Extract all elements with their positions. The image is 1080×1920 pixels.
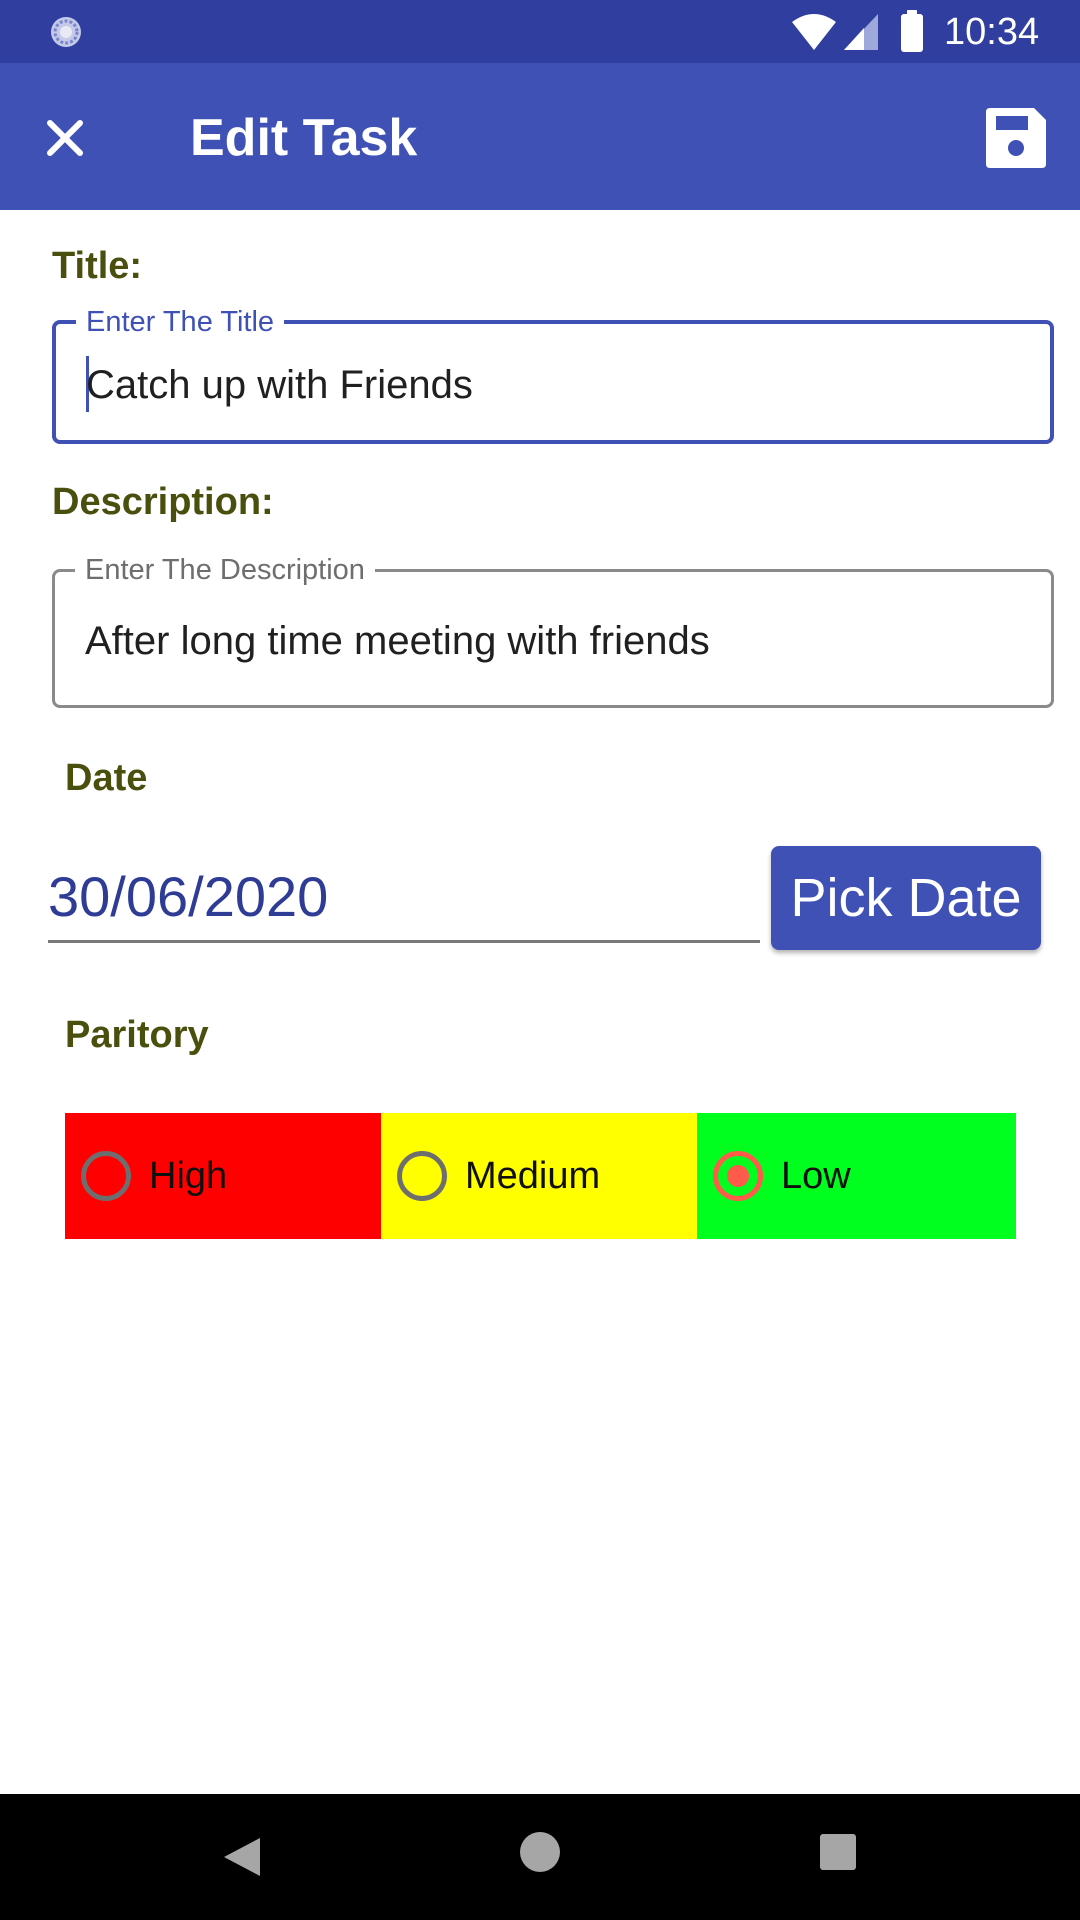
system-navigation-bar xyxy=(0,1794,1080,1920)
save-icon[interactable] xyxy=(982,104,1050,172)
app-bar: Edit Task xyxy=(0,63,1080,210)
back-icon[interactable] xyxy=(220,1834,264,1880)
title-label: Title: xyxy=(52,245,143,287)
radio-button-medium[interactable] xyxy=(397,1151,447,1201)
title-field[interactable]: Enter The Title Catch up with Friends xyxy=(52,304,1054,444)
priority-low-label: Low xyxy=(781,1155,851,1197)
signal-icon xyxy=(844,14,878,50)
edit-task-screen: 10:34 Edit Task Title: Enter The Title C… xyxy=(0,0,1080,1920)
sync-icon xyxy=(51,17,81,47)
priority-label: Paritory xyxy=(65,1014,209,1056)
date-field[interactable]: 30/06/2020 xyxy=(48,862,328,932)
status-bar: 10:34 xyxy=(0,0,1080,63)
description-input[interactable]: After long time meeting with friends xyxy=(85,616,710,666)
priority-medium-label: Medium xyxy=(465,1155,601,1197)
page-title: Edit Task xyxy=(190,109,418,167)
description-label: Description: xyxy=(52,481,274,523)
date-label: Date xyxy=(65,757,148,799)
pick-date-button[interactable]: Pick Date xyxy=(771,846,1041,950)
battery-icon xyxy=(901,10,923,52)
title-field-hint: Enter The Title xyxy=(76,304,285,340)
radio-button-low[interactable] xyxy=(713,1151,763,1201)
home-icon[interactable] xyxy=(520,1832,560,1872)
radio-button-high[interactable] xyxy=(81,1151,131,1201)
priority-low-option[interactable]: Low xyxy=(697,1113,1016,1239)
close-icon[interactable] xyxy=(30,103,100,173)
description-field-hint: Enter The Description xyxy=(75,552,375,588)
title-input[interactable]: Catch up with Friends xyxy=(86,360,473,410)
priority-high-option[interactable]: High xyxy=(65,1113,381,1239)
date-field-underline xyxy=(48,940,760,943)
status-time: 10:34 xyxy=(944,11,1040,53)
recents-icon[interactable] xyxy=(820,1834,856,1870)
radio-selected-dot xyxy=(727,1165,749,1187)
priority-high-label: High xyxy=(149,1155,228,1197)
wifi-icon xyxy=(792,14,836,50)
description-field[interactable]: Enter The Description After long time me… xyxy=(52,552,1054,708)
priority-medium-option[interactable]: Medium xyxy=(381,1113,697,1239)
priority-radio-group: High Medium Low xyxy=(65,1113,1016,1239)
